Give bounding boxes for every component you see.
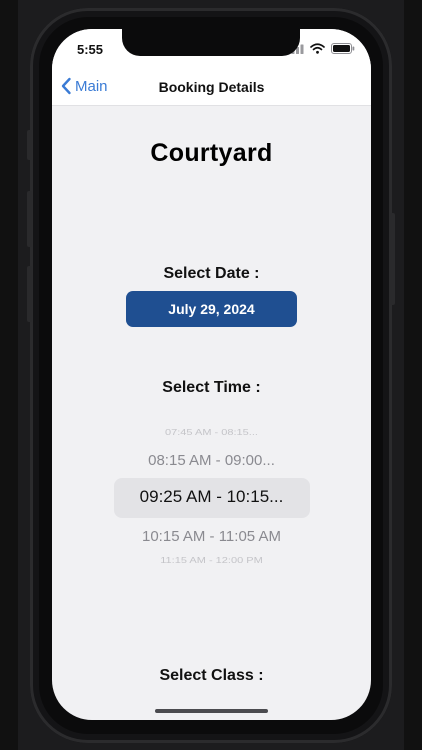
time-option-selected[interactable]: 09:25 AM - 10:15... (52, 487, 371, 507)
select-class-label: Select Class : (159, 667, 264, 684)
power-button (390, 213, 395, 305)
time-option[interactable]: 07:45 AM - 08:15... (52, 429, 371, 438)
home-indicator[interactable] (155, 709, 268, 713)
status-time: 5:55 (77, 42, 104, 57)
time-option[interactable]: 11:15 AM - 12:00 PM (52, 557, 371, 566)
select-date-label: Select Date : (163, 265, 260, 282)
phone-screen: 5:55 Main Booking Details Courtyard Sele… (52, 29, 371, 720)
page-title: Booking Details (158, 79, 265, 95)
notch (122, 29, 300, 56)
date-picker-button[interactable]: July 29, 2024 (126, 291, 297, 327)
navigation-bar: Main Booking Details (52, 69, 371, 106)
volume-up-button (27, 191, 32, 247)
venue-title: Courtyard (150, 139, 273, 167)
silent-switch (27, 130, 32, 160)
time-picker[interactable]: 07:45 AM - 08:15... 08:15 AM - 09:00... … (52, 421, 371, 566)
select-time-label: Select Time : (162, 379, 261, 396)
wifi-icon (310, 43, 325, 54)
time-option[interactable]: 08:15 AM - 09:00... (52, 452, 371, 469)
volume-down-button (27, 266, 32, 322)
battery-icon (331, 43, 355, 54)
time-option[interactable]: 10:15 AM - 11:05 AM (52, 528, 371, 545)
